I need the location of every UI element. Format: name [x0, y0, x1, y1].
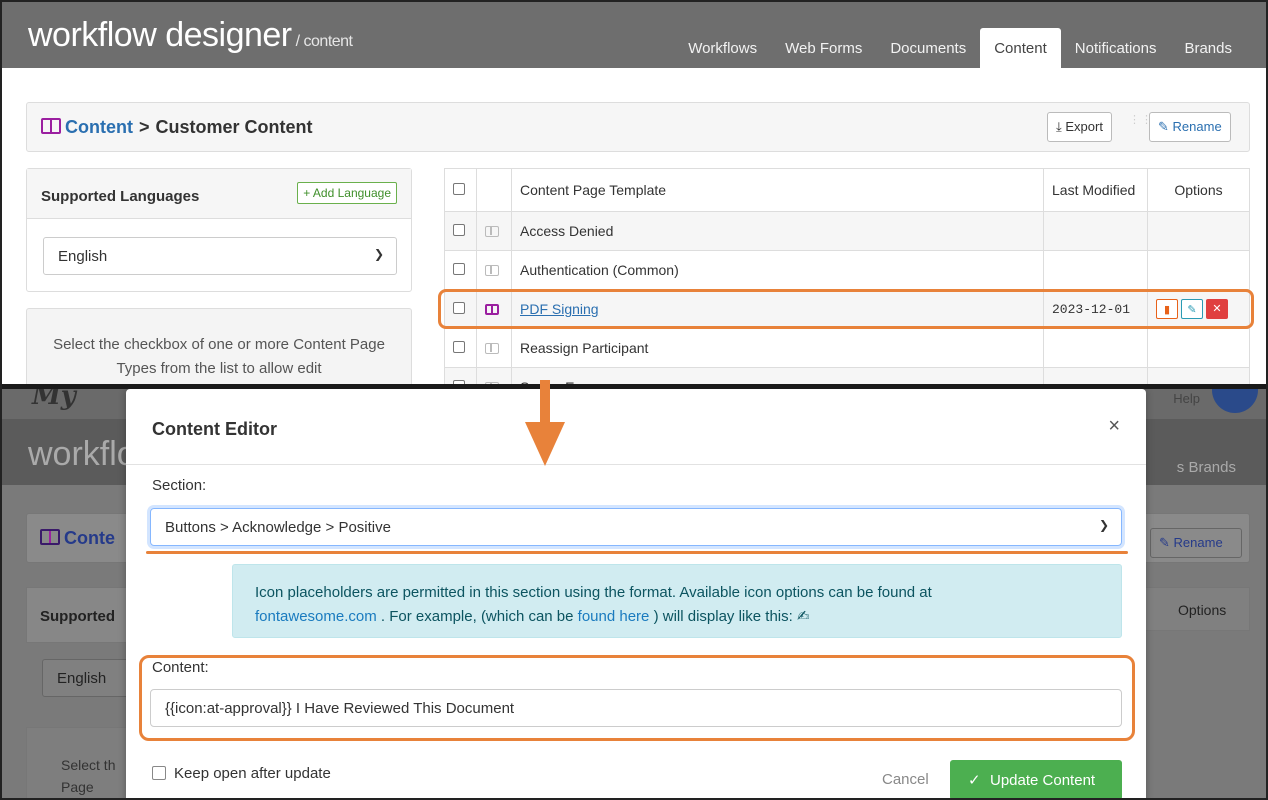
bg-languages-title: Supported: [40, 608, 115, 625]
content-input[interactable]: {{icon:at-approval}} I Have Reviewed Thi…: [150, 689, 1122, 727]
row-name: Access Denied: [511, 211, 1044, 251]
row-name: Server Errors: [511, 367, 1044, 385]
book-icon: [485, 265, 499, 276]
add-language-button[interactable]: + Add Language: [297, 182, 397, 204]
bottom-panel: My Help workflow s Brands Conte ✎ Rename…: [2, 389, 1266, 798]
download-icon: ⤓: [1056, 119, 1062, 134]
screenshot-frame: workflow designer / content Workflows Web…: [0, 0, 1268, 800]
section-select[interactable]: Buttons > Acknowledge > Positive ❯: [150, 508, 1122, 546]
top-panel: workflow designer / content Workflows Web…: [2, 2, 1266, 385]
help-link: Help: [1173, 391, 1200, 406]
brand-subtitle: / content: [295, 33, 353, 50]
found-here-link[interactable]: found here: [578, 608, 650, 625]
row-checkbox[interactable]: [453, 263, 465, 275]
logo: My: [32, 389, 76, 411]
section-underline-annotation: [146, 551, 1128, 554]
book-icon: [485, 343, 499, 354]
col-last-modified: Last Modified: [1043, 168, 1148, 212]
cancel-button[interactable]: Cancel: [882, 771, 929, 788]
navbar: workflow designer / content Workflows Web…: [2, 2, 1266, 68]
table-row: Reassign Participant: [444, 328, 1250, 368]
grip-icon: ⋮⋮: [1129, 114, 1153, 126]
col-template: Content Page Template: [511, 168, 1044, 212]
check-icon: ✓: [968, 772, 981, 789]
languages-panel: Supported Languages + Add Language Engli…: [26, 168, 412, 292]
col-options: Options: [1147, 168, 1250, 212]
table-row: Server Errors: [444, 367, 1250, 385]
bg-breadcrumb: Conte: [40, 528, 115, 549]
rename-button[interactable]: ✎ Rename: [1149, 112, 1231, 142]
tab-workflows[interactable]: Workflows: [674, 28, 771, 68]
edit-icon: ✎: [1158, 119, 1169, 134]
chevron-down-icon: ❯: [1098, 518, 1109, 532]
content-table: Content Page Template Last Modified Opti…: [444, 168, 1250, 385]
book-icon: [40, 529, 60, 545]
nav-tabs: Workflows Web Forms Documents Content No…: [674, 28, 1246, 68]
keep-open-checkbox[interactable]: [152, 766, 166, 780]
language-select[interactable]: English ❯: [43, 237, 397, 275]
tab-documents[interactable]: Documents: [876, 28, 980, 68]
icon-info-alert: Icon placeholders are permitted in this …: [232, 564, 1122, 638]
tab-notifications[interactable]: Notifications: [1061, 28, 1171, 68]
chevron-down-icon: ❯: [373, 247, 384, 261]
fontawesome-link[interactable]: fontawesome.com: [255, 608, 377, 625]
content-label: Content:: [152, 659, 209, 676]
breadcrumb: Content > Customer Content: [41, 117, 313, 138]
highlight-row-annotation: [438, 289, 1254, 329]
modal-title: Content Editor: [152, 419, 277, 439]
arrow-down-icon: [525, 422, 565, 466]
edit-icon: ✎: [1159, 535, 1170, 550]
section-label: Section:: [152, 477, 207, 494]
signature-icon: ✍: [796, 608, 810, 625]
bg-rename-button: ✎ Rename: [1150, 528, 1242, 558]
row-name: Reassign Participant: [511, 328, 1044, 368]
breadcrumb-link-content[interactable]: Content: [65, 117, 133, 137]
app-brand: workflow designer / content: [28, 16, 353, 54]
tab-web-forms[interactable]: Web Forms: [771, 28, 876, 68]
row-checkbox[interactable]: [453, 341, 465, 353]
table-row: Access Denied: [444, 211, 1250, 251]
select-all-checkbox[interactable]: [453, 183, 465, 195]
arrow-annotation: [540, 380, 550, 426]
tab-content[interactable]: Content: [980, 28, 1061, 68]
breadcrumb-bar: Content > Customer Content ⤓ Export ⋮⋮ ✎ R…: [26, 102, 1250, 152]
keep-open-option[interactable]: Keep open after update: [152, 765, 331, 782]
row-name: Authentication (Common): [511, 250, 1044, 290]
row-checkbox[interactable]: [453, 224, 465, 236]
close-icon[interactable]: ×: [1108, 415, 1120, 438]
table-row: Authentication (Common): [444, 250, 1250, 290]
book-icon: [41, 118, 61, 134]
bg-language-select: English: [42, 659, 132, 697]
update-content-button[interactable]: ✓ Update Content: [950, 760, 1122, 798]
tab-brands[interactable]: Brands: [1170, 28, 1246, 68]
export-button[interactable]: ⤓ Export: [1047, 112, 1112, 142]
languages-title: Supported Languages: [41, 188, 200, 205]
bg-tabs: s Brands: [1176, 459, 1236, 476]
bg-options-header: Options: [1178, 602, 1227, 618]
content-editor-modal: Content Editor × Section: Buttons > Ackn…: [126, 389, 1146, 798]
breadcrumb-current: Customer Content: [155, 117, 313, 137]
info-panel: Select the checkbox of one or more Conte…: [26, 308, 412, 385]
book-icon: [485, 226, 499, 237]
breadcrumb-separator: >: [138, 117, 150, 137]
